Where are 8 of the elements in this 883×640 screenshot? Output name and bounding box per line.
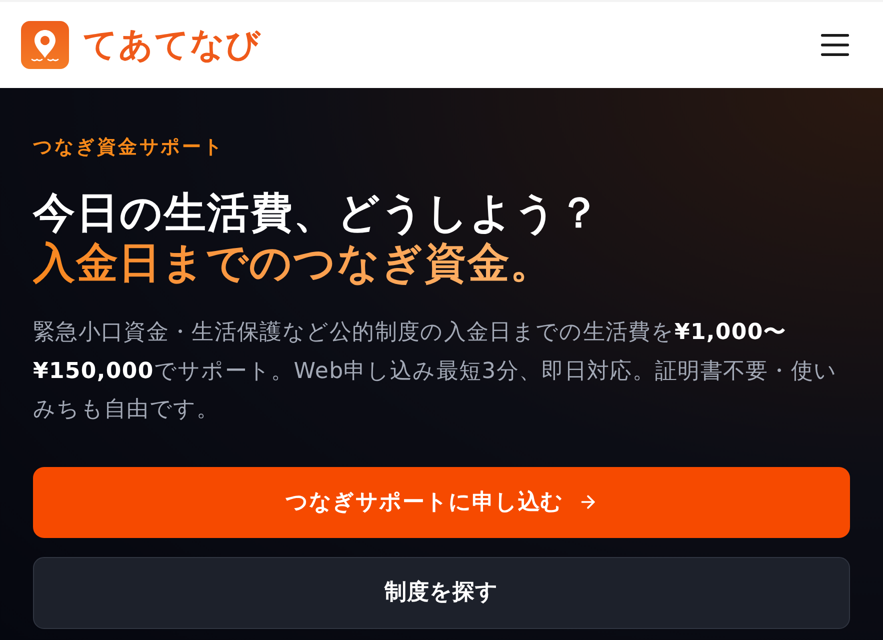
- hero-title: 今日の生活費、どうしよう？: [33, 188, 602, 238]
- apply-button[interactable]: つなぎサポートに申し込む: [33, 466, 850, 538]
- search-programs-button[interactable]: 制度を探す: [33, 556, 850, 628]
- logo-text: てあてなび: [83, 25, 262, 65]
- menu-icon[interactable]: [821, 33, 849, 57]
- hero-description: 緊急小口資金・生活保護など公的制度の入金日までの生活費を¥1,000〜¥150,000でサポート。Web申し込み最短3分、即日対応。証明書不要・使いみちも自由です。: [33, 319, 838, 424]
- eyebrow-text: つなぎ資金サポート: [33, 135, 225, 159]
- logo-icon: [21, 21, 69, 69]
